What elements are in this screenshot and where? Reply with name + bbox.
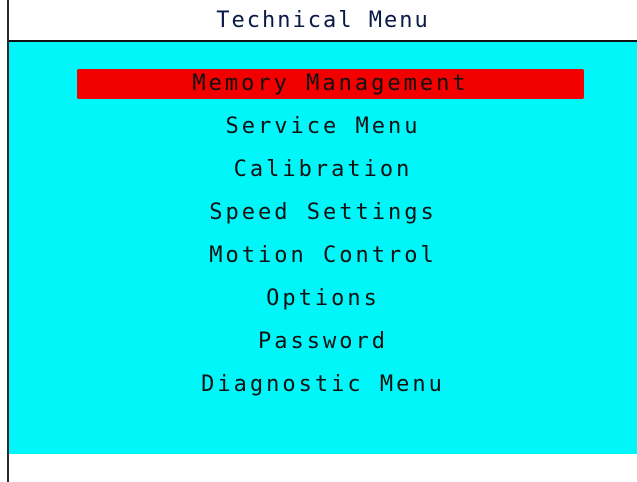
menu-list: Memory Management Service Menu Calibrati… — [9, 42, 637, 454]
technical-menu-screen: Technical Menu Memory Management Service… — [0, 0, 637, 482]
menu-item-password[interactable]: Password — [9, 326, 637, 358]
menu-item-diagnostic-menu[interactable]: Diagnostic Menu — [9, 369, 637, 401]
menu-item-label: Diagnostic Menu — [201, 372, 445, 397]
menu-item-label: Options — [266, 286, 380, 311]
menu-item-label: Motion Control — [209, 243, 437, 268]
menu-item-memory-management[interactable]: Memory Management — [77, 69, 584, 99]
title-bar: Technical Menu — [9, 0, 637, 40]
menu-item-label: Speed Settings — [209, 200, 437, 225]
menu-item-label: Calibration — [233, 157, 413, 182]
menu-item-options[interactable]: Options — [9, 283, 637, 315]
menu-item-label: Service Menu — [225, 114, 421, 139]
menu-item-label: Memory Management — [192, 71, 469, 96]
page-title: Technical Menu — [216, 8, 430, 33]
menu-item-label: Password — [258, 329, 388, 354]
menu-item-calibration[interactable]: Calibration — [9, 154, 637, 186]
menu-item-speed-settings[interactable]: Speed Settings — [9, 197, 637, 229]
menu-item-motion-control[interactable]: Motion Control — [9, 240, 637, 272]
menu-item-service-menu[interactable]: Service Menu — [9, 111, 637, 143]
bottom-strip — [9, 454, 637, 482]
